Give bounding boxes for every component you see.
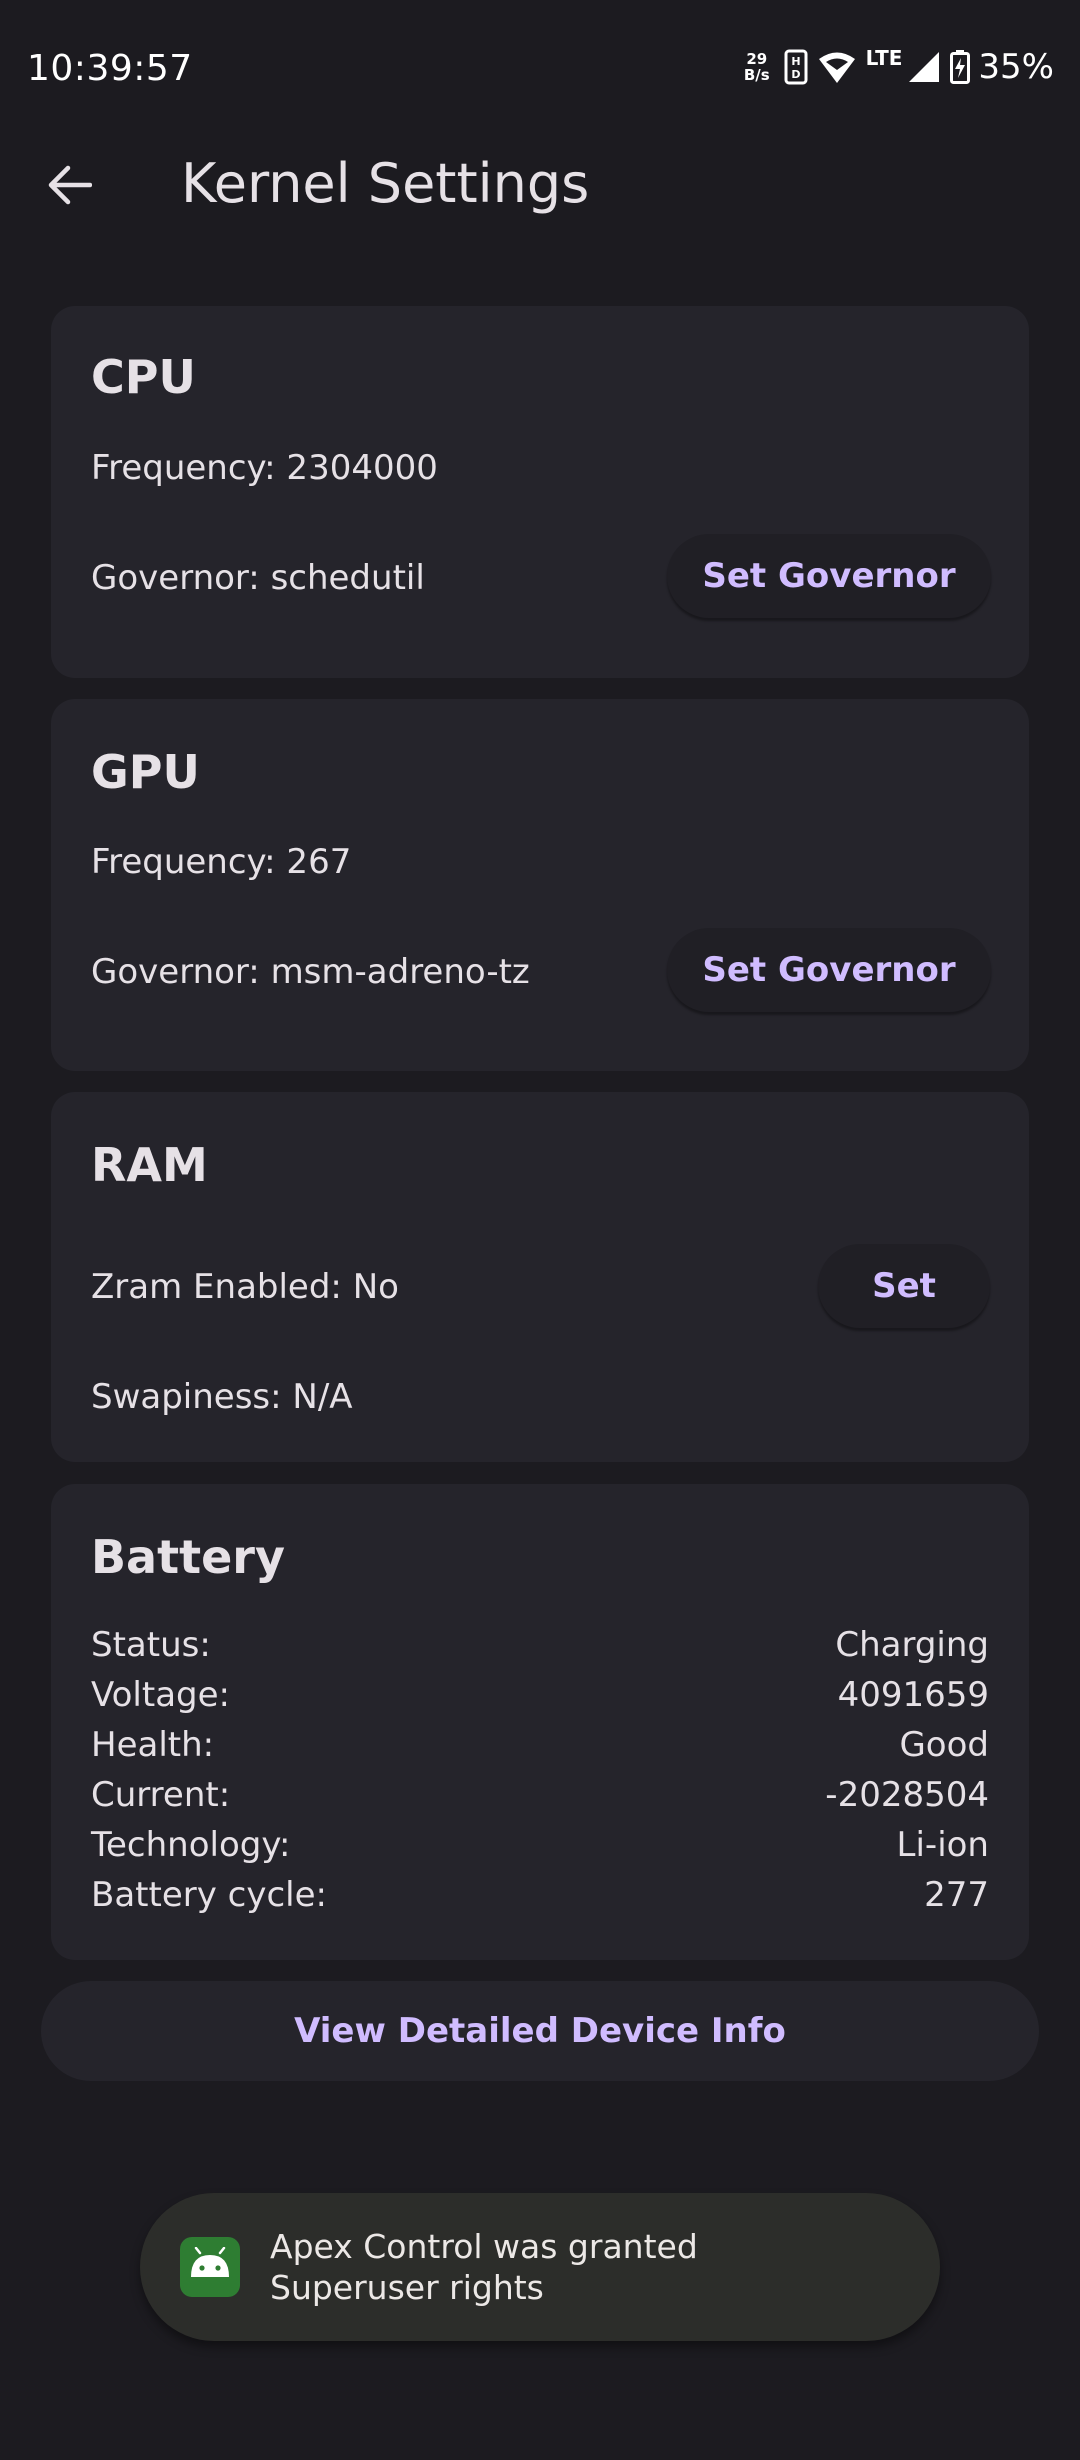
view-detailed-device-info-button[interactable]: View Detailed Device Info [41, 1981, 1039, 2081]
battery-title: Battery [91, 1530, 285, 1584]
status-icons: 29 B/s H D LTE 35% [744, 42, 1054, 92]
battery-row-label: Battery cycle: [91, 1875, 327, 1915]
battery-row-value: 277 [924, 1875, 989, 1915]
battery-row-value: Charging [835, 1625, 989, 1665]
superuser-toast: Apex Control was granted Superuser right… [140, 2193, 940, 2341]
status-time: 10:39:57 [27, 48, 193, 89]
battery-row-label: Health: [91, 1725, 215, 1765]
battery-row-label: Status: [91, 1625, 211, 1665]
back-button[interactable] [30, 150, 110, 220]
battery-row-label: Current: [91, 1775, 231, 1815]
hd-voice-icon: H D [784, 49, 808, 85]
cell-signal-icon [908, 51, 940, 83]
ram-set-button[interactable]: Set [818, 1244, 990, 1328]
toast-message: Apex Control was granted Superuser right… [270, 2227, 698, 2307]
battery-row-technology: Technology: Li-ion [91, 1825, 989, 1875]
cpu-set-governor-button[interactable]: Set Governor [667, 534, 991, 618]
gpu-set-governor-button[interactable]: Set Governor [667, 928, 991, 1012]
ram-card: RAM Zram Enabled: No Set Swapiness: N/A [51, 1092, 1029, 1462]
page-title: Kernel Settings [181, 152, 590, 215]
cpu-frequency: Frequency: 2304000 [91, 448, 438, 488]
status-bar: 10:39:57 29 B/s H D LTE 35% [0, 0, 1080, 130]
svg-text:D: D [791, 68, 800, 81]
cpu-card: CPU Frequency: 2304000 Governor: schedut… [51, 306, 1029, 678]
battery-percent: 35% [978, 47, 1054, 87]
net-speed: 29 B/s [744, 51, 770, 83]
gpu-frequency: Frequency: 267 [91, 842, 352, 882]
battery-row-value: 4091659 [837, 1675, 989, 1715]
battery-row-cycle: Battery cycle: 277 [91, 1875, 989, 1925]
battery-row-status: Status: Charging [91, 1625, 989, 1675]
net-speed-unit: B/s [743, 66, 770, 84]
ram-title: RAM [91, 1138, 208, 1192]
cpu-title: CPU [91, 350, 196, 404]
net-speed-value: 29 [746, 50, 768, 68]
arrow-back-icon [48, 165, 92, 205]
battery-row-health: Health: Good [91, 1725, 989, 1775]
cpu-governor: Governor: schedutil [91, 558, 425, 598]
app-bar: Kernel Settings [0, 130, 1080, 240]
battery-row-value: Good [899, 1725, 989, 1765]
ram-swappiness: Swapiness: N/A [91, 1377, 353, 1417]
svg-text:H: H [791, 55, 800, 68]
battery-row-value: -2028504 [825, 1775, 989, 1815]
battery-row-label: Technology: [91, 1825, 291, 1865]
android-icon [180, 2237, 240, 2297]
battery-charging-icon [950, 50, 971, 84]
network-type: LTE [865, 46, 903, 70]
battery-card: Battery Status: Charging Voltage: 409165… [51, 1484, 1029, 1960]
battery-row-value: Li-ion [896, 1825, 989, 1865]
gpu-governor: Governor: msm-adreno-tz [91, 952, 530, 992]
battery-row-label: Voltage: [91, 1675, 230, 1715]
ram-zram-status: Zram Enabled: No [91, 1267, 399, 1307]
gpu-card: GPU Frequency: 267 Governor: msm-adreno-… [51, 699, 1029, 1071]
battery-row-voltage: Voltage: 4091659 [91, 1675, 989, 1725]
wifi-icon [818, 50, 856, 84]
gpu-title: GPU [91, 745, 200, 799]
battery-row-current: Current: -2028504 [91, 1775, 989, 1825]
